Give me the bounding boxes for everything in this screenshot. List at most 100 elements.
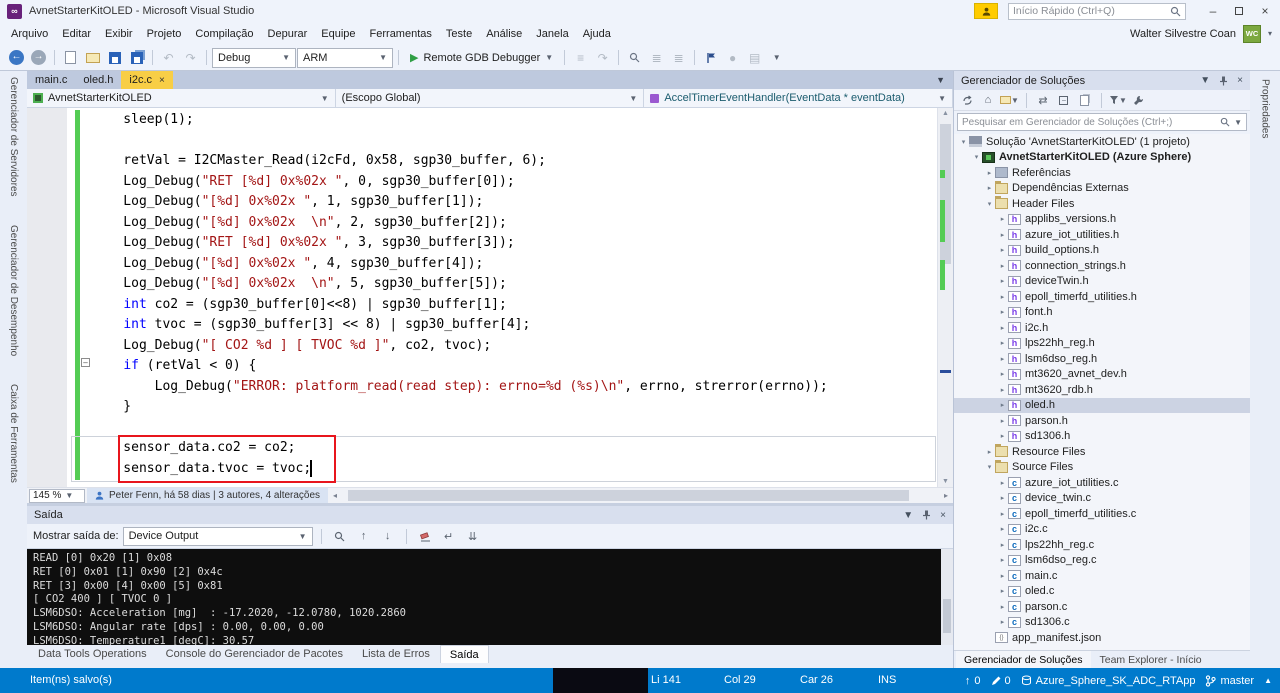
scrollbar-thumb[interactable]	[940, 124, 951, 264]
unpushed-commits-indicator[interactable]: ↑0	[965, 675, 981, 687]
code-line[interactable]: Log_Debug("[ CO2 %d ] [ TVOC %d ]", co2,…	[92, 336, 937, 357]
expand-icon[interactable]: ▸	[997, 401, 1008, 409]
blame-info[interactable]: Peter Fenn, há 58 dias | 3 autores, 4 al…	[87, 488, 328, 504]
expand-icon[interactable]: ▸	[997, 525, 1008, 533]
show-all-files-button[interactable]	[1076, 91, 1094, 109]
close-panel-icon[interactable]: ×	[940, 510, 946, 521]
tree-item-device-twin-c[interactable]: ▸cdevice_twin.c	[954, 491, 1250, 507]
solution-search-input[interactable]: Pesquisar em Gerenciador de Soluções (Ct…	[957, 113, 1247, 131]
scroll-right-icon[interactable]: ▸	[939, 491, 953, 500]
word-wrap-button[interactable]: ↵	[439, 526, 459, 546]
refresh-button[interactable]	[958, 91, 976, 109]
dock-tab-caixa-de-ferramentas[interactable]: Caixa de Ferramentas	[8, 384, 19, 483]
tree-item-font-h[interactable]: ▸hfont.h	[954, 305, 1250, 321]
expand-icon[interactable]: ▸	[997, 541, 1008, 549]
document-list-caret-icon[interactable]: ▼	[936, 75, 945, 85]
expand-icon[interactable]: ▸	[997, 510, 1008, 518]
output-panel-header[interactable]: Saída ▼ ×	[27, 506, 953, 524]
new-file-button[interactable]	[60, 47, 81, 69]
immediate-window-button[interactable]: ▤	[744, 47, 765, 69]
menu-depurar[interactable]: Depurar	[261, 24, 315, 44]
scroll-down-icon[interactable]: ▼	[938, 478, 953, 485]
tree-item-sd1306-h[interactable]: ▸hsd1306.h	[954, 429, 1250, 445]
tree-item-oled-c[interactable]: ▸coled.c	[954, 584, 1250, 600]
editor-vertical-scrollbar[interactable]: ▲ ▼	[937, 108, 953, 487]
expand-icon[interactable]: ▸	[997, 308, 1008, 316]
nav-project-dropdown[interactable]: AvnetStarterKitOLED ▼	[27, 89, 336, 107]
tree-item-avnetstarterkitoled-azure-sphere[interactable]: ▾AvnetStarterKitOLED (Azure Sphere)	[954, 150, 1250, 166]
step-over-button[interactable]: ↷	[592, 47, 613, 69]
repository-indicator[interactable]: Azure_Sphere_SK_ADC_RTApp	[1021, 675, 1196, 687]
code-line[interactable]: int tvoc = (sgp30_buffer[3] << 8) | sgp3…	[92, 315, 937, 336]
dock-tab-gerenciador-de-desempenho[interactable]: Gerenciador de Desempenho	[8, 225, 19, 356]
tree-item-connection-strings-h[interactable]: ▸hconnection_strings.h	[954, 258, 1250, 274]
expand-icon[interactable]: ▸	[997, 572, 1008, 580]
tree-item-solu-o-avnetstarterkitoled-1-projeto[interactable]: ▾Solução 'AvnetStarterKitOLED' (1 projet…	[954, 134, 1250, 150]
menu-equipe[interactable]: Equipe	[314, 24, 362, 44]
tree-item-mt3620-rdb-h[interactable]: ▸hmt3620_rdb.h	[954, 382, 1250, 398]
code-line[interactable]: Log_Debug("RET [%d] 0x%02x ", 3, sgp30_b…	[92, 233, 937, 254]
find-message-button[interactable]	[330, 526, 350, 546]
collapse-all-button[interactable]: –	[1055, 91, 1073, 109]
expand-icon[interactable]: ▸	[997, 603, 1008, 611]
expand-icon[interactable]: ▸	[984, 169, 995, 177]
uncomment-button[interactable]: ≣	[668, 47, 689, 69]
solution-configuration-dropdown[interactable]: Debug▼	[212, 48, 296, 68]
chevron-down-icon[interactable]: ▼	[1234, 118, 1242, 127]
expand-icon[interactable]: ▸	[997, 277, 1008, 285]
menu-projeto[interactable]: Projeto	[140, 24, 189, 44]
panel-tab-console-do-gerenciador-de-pacotes[interactable]: Console do Gerenciador de Pacotes	[157, 645, 352, 663]
account-caret-icon[interactable]: ▾	[1268, 29, 1272, 38]
collapse-icon[interactable]: ▾	[984, 200, 995, 208]
close-icon[interactable]: ×	[159, 75, 165, 86]
collapse-region-toggle[interactable]: –	[81, 358, 90, 367]
bottom-tab-gerenciador-de-solu-es[interactable]: Gerenciador de Soluções	[956, 651, 1091, 668]
previous-message-button[interactable]: ↑	[354, 526, 374, 546]
pending-changes-filter-button[interactable]: ▼	[1109, 91, 1127, 109]
maximize-button[interactable]	[1226, 1, 1252, 21]
open-file-button[interactable]	[82, 47, 103, 69]
comment-button[interactable]: ≣	[646, 47, 667, 69]
expand-icon[interactable]: ▸	[997, 355, 1008, 363]
tree-item-devicetwin-h[interactable]: ▸hdeviceTwin.h	[954, 274, 1250, 290]
uncommitted-edits-indicator[interactable]: 0	[991, 675, 1011, 687]
menu-compila-o[interactable]: Compilação	[188, 24, 260, 44]
tree-item-epoll-timerfd-utilities-h[interactable]: ▸hepoll_timerfd_utilities.h	[954, 289, 1250, 305]
menu-janela[interactable]: Janela	[529, 24, 575, 44]
tree-item-parson-h[interactable]: ▸hparson.h	[954, 413, 1250, 429]
tab-main-c[interactable]: main.c	[27, 71, 75, 89]
editor-horizontal-scrollbar[interactable]	[342, 488, 939, 503]
tab-i2c-c[interactable]: i2c.c×	[121, 71, 172, 89]
scrollbar-thumb[interactable]	[348, 490, 909, 501]
code-line[interactable]	[92, 131, 937, 152]
bookmark-button[interactable]	[700, 47, 721, 69]
toolbar-overflow-button[interactable]: ▼	[766, 47, 787, 69]
menu-ajuda[interactable]: Ajuda	[576, 24, 618, 44]
close-button[interactable]: ×	[1252, 1, 1278, 21]
tree-item-build-options-h[interactable]: ▸hbuild_options.h	[954, 243, 1250, 259]
tab-oled-h[interactable]: oled.h	[75, 71, 121, 89]
code-line[interactable]: Log_Debug("[%d] 0x%02x ", 4, sgp30_buffe…	[92, 254, 937, 275]
undo-button[interactable]: ↶	[158, 47, 179, 69]
expand-icon[interactable]: ▸	[997, 215, 1008, 223]
redo-button[interactable]: ↷	[180, 47, 201, 69]
expand-icon[interactable]: ▸	[997, 339, 1008, 347]
expand-icon[interactable]: ▸	[997, 370, 1008, 378]
window-menu-caret-icon[interactable]: ▼	[903, 510, 913, 521]
expand-icon[interactable]: ▸	[997, 494, 1008, 502]
next-message-button[interactable]: ↓	[378, 526, 398, 546]
clear-all-button[interactable]	[415, 526, 435, 546]
switch-views-button[interactable]: ▼	[1000, 91, 1019, 109]
tree-item-header-files[interactable]: ▾Header Files	[954, 196, 1250, 212]
breakpoints-button[interactable]: ●	[722, 47, 743, 69]
expand-icon[interactable]: ▸	[997, 556, 1008, 564]
expand-icon[interactable]: ▸	[997, 386, 1008, 394]
expand-icon[interactable]: ▸	[997, 417, 1008, 425]
expand-icon[interactable]: ▸	[997, 479, 1008, 487]
expand-icon[interactable]: ▸	[997, 432, 1008, 440]
tree-item-app-manifest-json[interactable]: {}app_manifest.json	[954, 630, 1250, 646]
expand-icon[interactable]: ▸	[984, 184, 995, 192]
code-line[interactable]: Log_Debug("[%d] 0x%02x \n", 5, sgp30_buf…	[92, 274, 937, 295]
code-line[interactable]: Log_Debug("[%d] 0x%02x \n", 2, sgp30_buf…	[92, 213, 937, 234]
code-line[interactable]: Log_Debug("RET [%d] 0x%02x ", 0, sgp30_b…	[92, 172, 937, 193]
